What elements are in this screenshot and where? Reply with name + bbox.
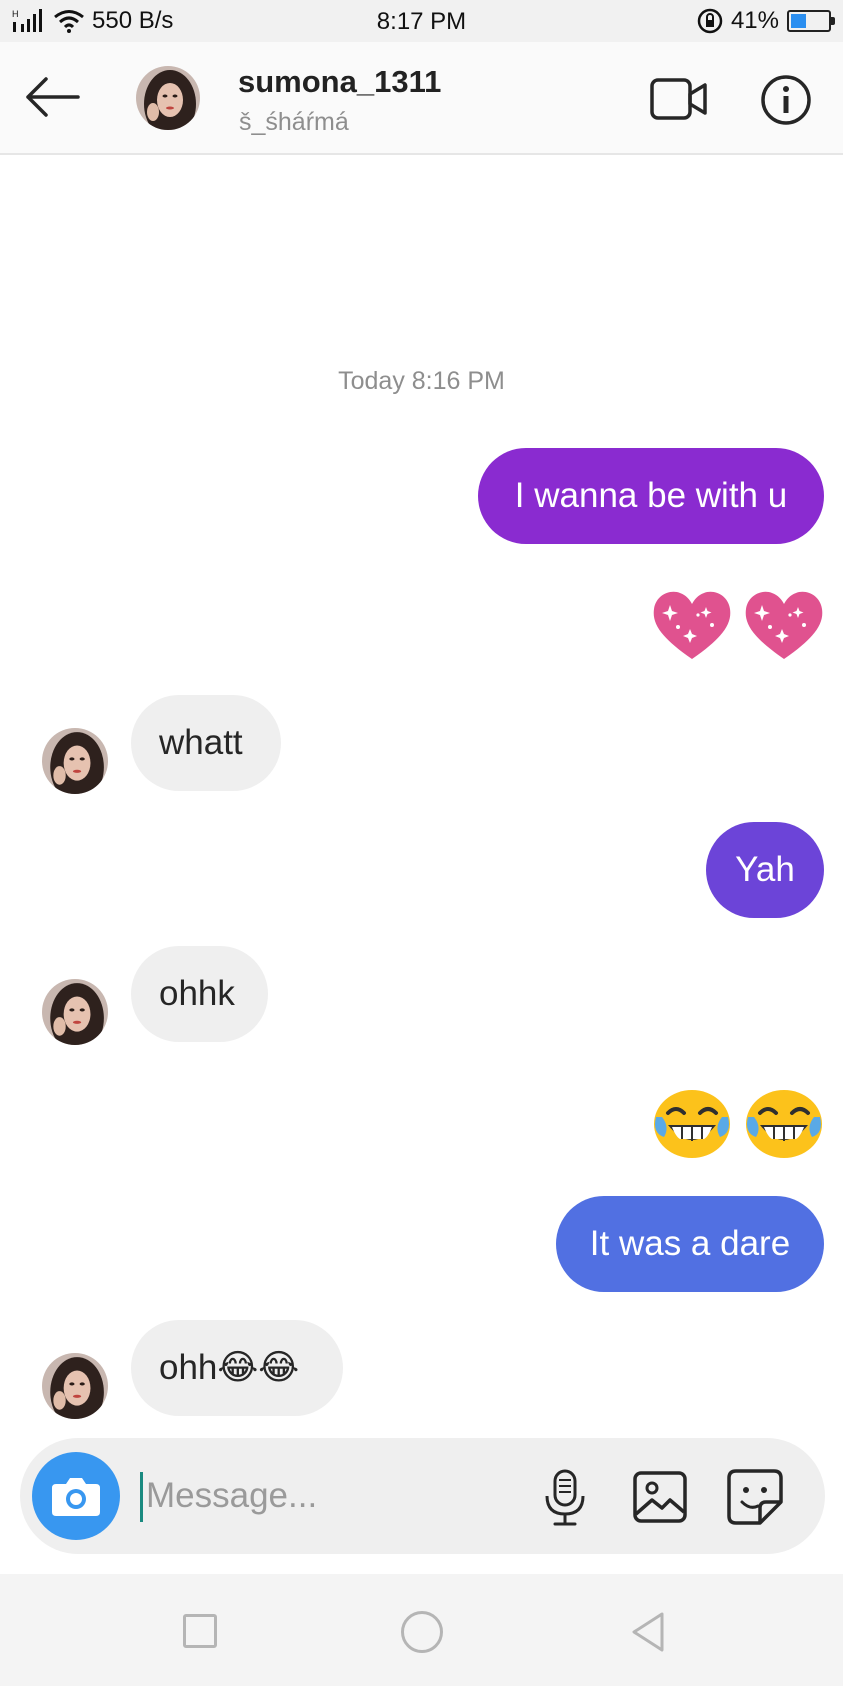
sticker-icon bbox=[727, 1469, 783, 1525]
message-text: ohhk bbox=[159, 974, 235, 1013]
message-thread[interactable]: Today 8:16 PM I wanna be with u whatt Ya… bbox=[0, 157, 843, 1437]
recent-apps-button[interactable] bbox=[183, 1614, 217, 1648]
message-text: whatt bbox=[159, 723, 243, 762]
home-button[interactable] bbox=[401, 1611, 443, 1653]
status-right: 41% bbox=[697, 7, 835, 35]
camera-icon bbox=[52, 1478, 100, 1516]
profile-photo bbox=[42, 728, 108, 794]
tears-of-joy-emoji-icon bbox=[746, 1090, 822, 1158]
text-cursor bbox=[140, 1472, 143, 1522]
battery-level bbox=[791, 14, 806, 28]
sparkling-heart-icon bbox=[653, 591, 731, 659]
video-call-button[interactable] bbox=[650, 76, 708, 122]
avatar[interactable] bbox=[42, 728, 108, 794]
chat-header: sumona_1311 š_śháŕmá bbox=[0, 42, 843, 155]
camera-button[interactable] bbox=[32, 1452, 120, 1540]
incoming-message[interactable]: ohh😂😂 bbox=[131, 1320, 343, 1416]
info-button[interactable] bbox=[760, 74, 812, 126]
avatar[interactable] bbox=[42, 979, 108, 1045]
arrow-left-icon bbox=[26, 77, 80, 117]
sparkling-heart-icon bbox=[745, 591, 823, 659]
battery-percent: 41% bbox=[730, 7, 779, 34]
chat-fullname: š_śháŕmá bbox=[239, 108, 349, 136]
message-composer bbox=[20, 1438, 825, 1554]
outgoing-message[interactable]: It was a dare bbox=[556, 1196, 824, 1292]
outgoing-emoji-message[interactable] bbox=[650, 1087, 826, 1161]
system-back-button[interactable] bbox=[628, 1610, 668, 1654]
message-text: ohh😂😂 bbox=[159, 1348, 300, 1387]
triangle-back-icon bbox=[632, 1612, 664, 1652]
profile-photo bbox=[42, 979, 108, 1045]
status-bar: H 550 B/s 8:17 PM 41% bbox=[0, 0, 843, 42]
gallery-button[interactable] bbox=[632, 1470, 688, 1524]
message-input[interactable] bbox=[146, 1466, 476, 1526]
back-button[interactable] bbox=[22, 72, 82, 122]
message-text: I wanna be with u bbox=[514, 476, 788, 515]
message-text: Yah bbox=[735, 850, 795, 889]
avatar[interactable] bbox=[136, 66, 200, 130]
profile-photo bbox=[136, 66, 200, 130]
profile-photo bbox=[42, 1353, 108, 1419]
avatar[interactable] bbox=[42, 1353, 108, 1419]
incoming-message[interactable]: whatt bbox=[131, 695, 281, 791]
incoming-message[interactable]: ohhk bbox=[131, 946, 268, 1042]
chat-username[interactable]: sumona_1311 bbox=[238, 64, 441, 100]
voice-message-button[interactable] bbox=[540, 1468, 590, 1528]
outgoing-emoji-message[interactable] bbox=[650, 589, 826, 663]
image-icon bbox=[633, 1471, 687, 1523]
outgoing-message[interactable]: I wanna be with u bbox=[478, 448, 824, 544]
tears-of-joy-emoji-icon bbox=[654, 1090, 730, 1158]
sticker-button[interactable] bbox=[726, 1468, 784, 1526]
video-camera-icon bbox=[650, 78, 707, 120]
battery-icon bbox=[787, 10, 835, 32]
microphone-icon bbox=[545, 1469, 585, 1526]
info-icon bbox=[761, 75, 811, 125]
rotation-lock-icon bbox=[697, 8, 723, 34]
outgoing-message[interactable]: Yah bbox=[706, 822, 824, 918]
thread-timestamp: Today 8:16 PM bbox=[338, 367, 505, 395]
message-text: It was a dare bbox=[589, 1224, 791, 1263]
system-navigation-bar bbox=[0, 1574, 843, 1686]
